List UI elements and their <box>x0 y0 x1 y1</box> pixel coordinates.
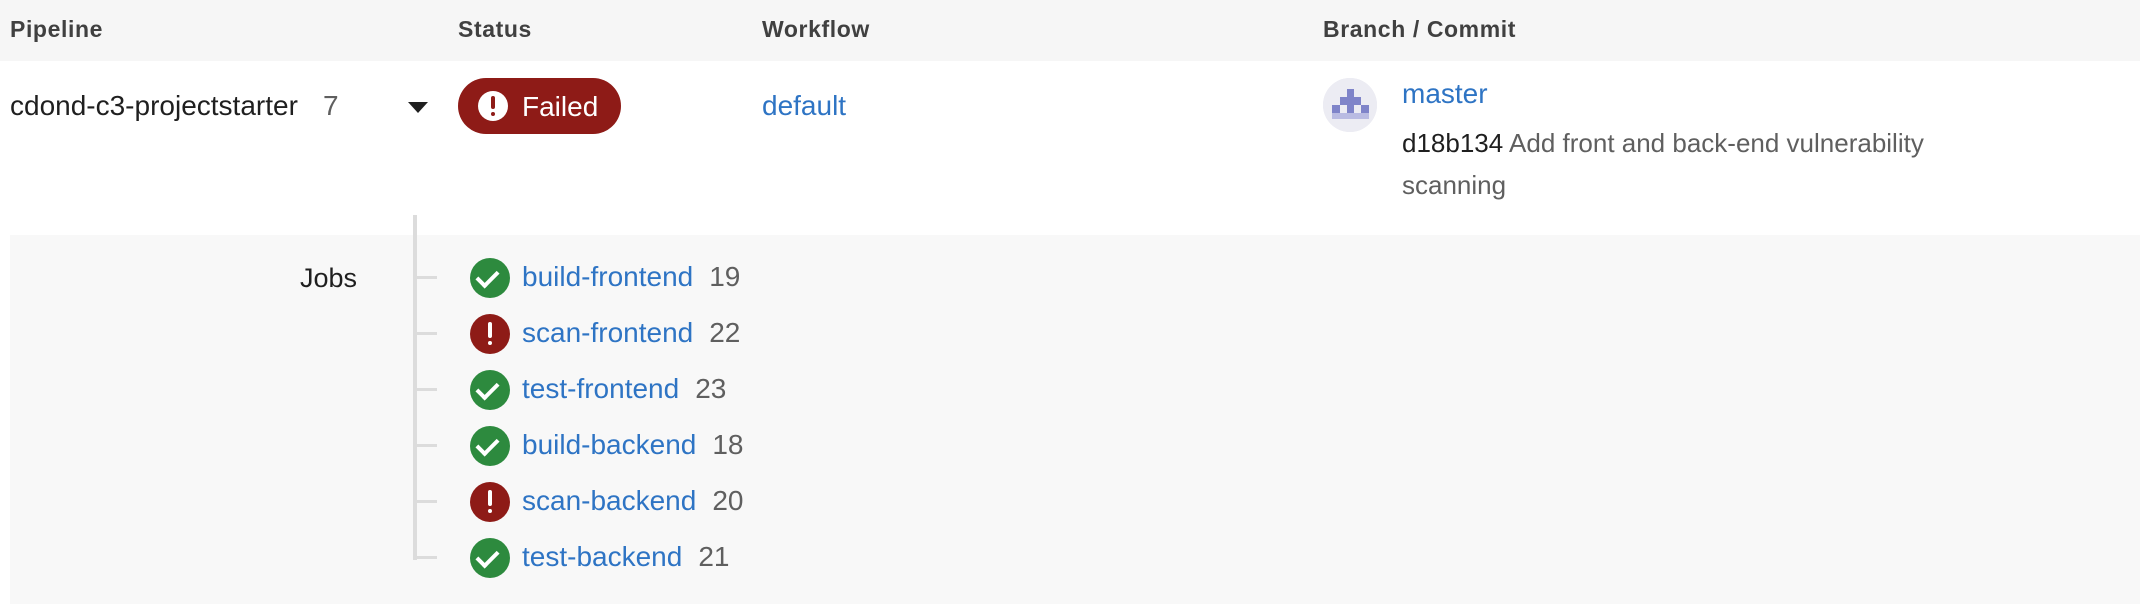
column-header-pipeline: Pipeline <box>10 16 103 42</box>
job-item: build-frontend 19 <box>417 258 1017 298</box>
failed-alert-icon <box>470 314 510 354</box>
job-link[interactable]: scan-frontend <box>522 317 693 348</box>
job-id: 22 <box>709 317 741 348</box>
status-label: Failed <box>522 91 599 122</box>
job-item: test-frontend 23 <box>417 370 1017 410</box>
pipeline-row: cdond-c3-projectstarter 7 Failed default… <box>0 61 2140 235</box>
job-id: 20 <box>712 485 744 516</box>
failed-alert-icon <box>470 482 510 522</box>
job-link[interactable]: test-backend <box>522 541 682 572</box>
job-link[interactable]: build-frontend <box>522 261 693 292</box>
job-item: scan-frontend 22 <box>417 314 1017 354</box>
job-id: 21 <box>698 541 730 572</box>
failed-alert-icon <box>478 91 508 121</box>
tree-connector <box>417 556 437 559</box>
job-link[interactable]: build-backend <box>522 429 696 460</box>
column-header-branch-commit: Branch / Commit <box>1323 16 1517 42</box>
tree-connector <box>417 444 437 447</box>
identicon-avatar-icon <box>1323 78 1377 132</box>
jobs-label: Jobs <box>300 263 358 293</box>
expand-chevron-down-icon[interactable] <box>408 102 428 113</box>
job-link[interactable]: test-frontend <box>522 373 679 404</box>
column-header-status: Status <box>458 16 532 42</box>
job-item: test-backend 21 <box>417 538 1017 578</box>
avatar <box>1323 78 1377 132</box>
table-header: Pipeline Status Workflow Branch / Commit <box>0 0 2140 61</box>
column-header-workflow: Workflow <box>762 16 870 42</box>
workflow-link[interactable]: default <box>762 90 846 122</box>
status-badge[interactable]: Failed <box>458 78 621 134</box>
tree-connector <box>417 332 437 335</box>
commit-info: d18b134 Add front and back-end vulnerabi… <box>1402 122 2022 206</box>
job-id: 23 <box>695 373 727 404</box>
pipeline-name: cdond-c3-projectstarter <box>10 90 298 121</box>
success-check-icon <box>470 426 510 466</box>
job-id: 19 <box>709 261 741 292</box>
branch-link[interactable]: master <box>1402 78 1488 110</box>
tree-connector <box>417 500 437 503</box>
job-link[interactable]: scan-backend <box>522 485 696 516</box>
success-check-icon <box>470 538 510 578</box>
pipeline-number: 7 <box>323 90 339 121</box>
job-item: build-backend 18 <box>417 426 1017 466</box>
success-check-icon <box>470 258 510 298</box>
tree-connector <box>417 276 437 279</box>
success-check-icon <box>470 370 510 410</box>
commit-sha[interactable]: d18b134 <box>1402 128 1503 158</box>
tree-connector <box>417 388 437 391</box>
job-item: scan-backend 20 <box>417 482 1017 522</box>
job-id: 18 <box>712 429 744 460</box>
